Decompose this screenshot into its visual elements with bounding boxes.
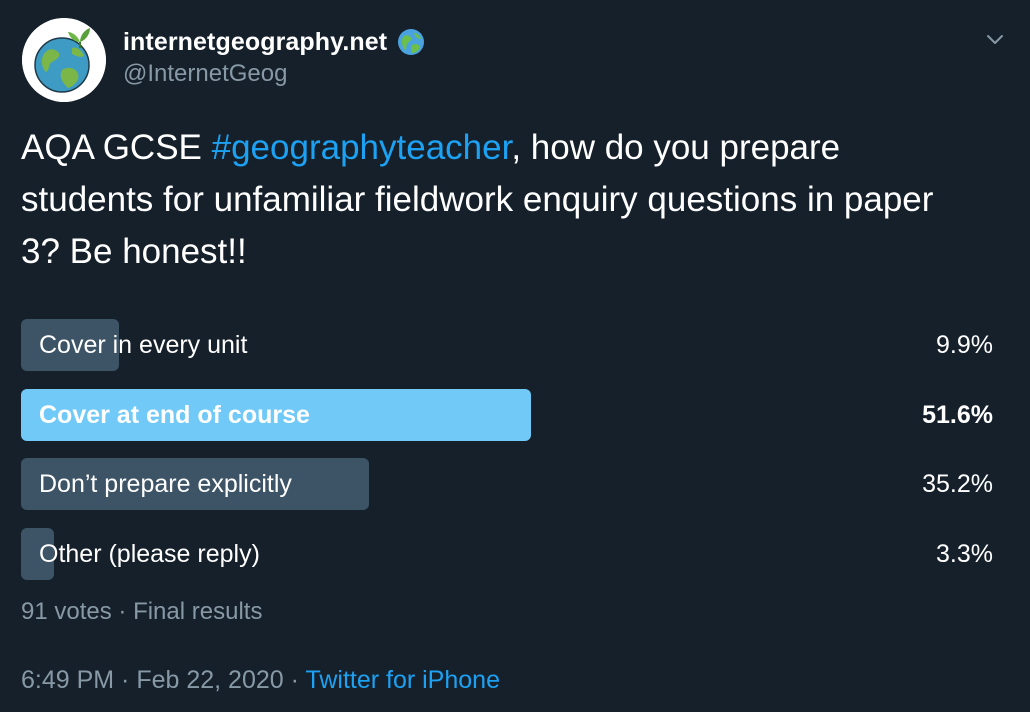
poll-option-label: Cover at end of course [39, 400, 310, 429]
tweet-date[interactable]: Feb 22, 2020 [136, 666, 283, 694]
author-handle[interactable]: @InternetGeog [123, 60, 287, 88]
timestamp-row: 6:49 PM · Feb 22, 2020 · Twitter for iPh… [21, 666, 500, 695]
globe-plant-avatar-icon [22, 18, 106, 102]
poll-votes-count: 91 votes [21, 598, 112, 625]
author-display-name[interactable]: internetgeography.net [123, 28, 387, 57]
tweet-time[interactable]: 6:49 PM [21, 666, 114, 694]
tweet-text: AQA GCSE #geographyteacher, how do you p… [21, 122, 981, 278]
poll: Cover in every unit 9.9% Cover at end of… [21, 319, 993, 597]
earth-globe-icon [397, 28, 425, 56]
poll-meta-separator: · [111, 598, 134, 625]
tweet: internetgeography.net @InternetGeog AQA … [0, 0, 1030, 712]
poll-option-percent: 9.9% [936, 331, 993, 359]
poll-option-dont-prepare-explicitly[interactable]: Don’t prepare explicitly 35.2% [21, 458, 993, 510]
poll-option-label: Don’t prepare explicitly [39, 470, 292, 498]
timestamp-separator: · [283, 666, 306, 694]
tweet-text-prefix: AQA GCSE [21, 128, 212, 167]
poll-option-cover-at-end-of-course[interactable]: Cover at end of course 51.6% [21, 388, 993, 441]
poll-meta: 91 votes · Final results [21, 598, 262, 626]
hashtag-link[interactable]: #geographyteacher [212, 128, 512, 167]
avatar[interactable] [22, 18, 106, 102]
timestamp-separator: · [114, 666, 137, 694]
chevron-down-icon[interactable] [984, 28, 1006, 50]
poll-option-label: Cover in every unit [39, 331, 248, 359]
poll-option-other[interactable]: Other (please reply) 3.3% [21, 527, 993, 580]
poll-option-percent: 35.2% [922, 470, 993, 498]
poll-option-cover-in-every-unit[interactable]: Cover in every unit 9.9% [21, 319, 993, 371]
poll-option-percent: 3.3% [936, 539, 993, 568]
tweet-source-link[interactable]: Twitter for iPhone [305, 666, 500, 694]
poll-status: Final results [133, 598, 263, 625]
poll-option-label: Other (please reply) [39, 539, 260, 568]
poll-option-percent: 51.6% [922, 400, 993, 429]
author-name-row: internetgeography.net [123, 26, 425, 58]
